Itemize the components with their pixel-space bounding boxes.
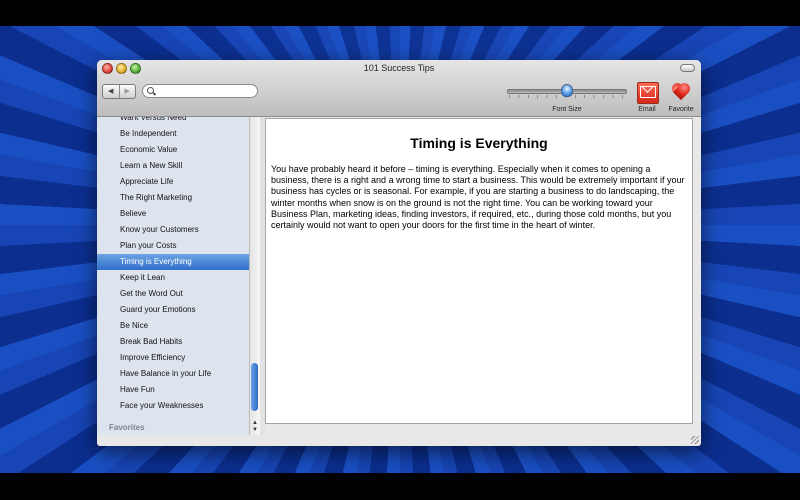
favorite-heart-icon[interactable]: [671, 84, 691, 102]
sidebar-item[interactable]: Timing is Everything: [97, 254, 249, 270]
favorite-label[interactable]: Favorite: [663, 106, 699, 113]
search-field[interactable]: [142, 84, 258, 98]
font-size-slider[interactable]: [507, 84, 627, 98]
sidebar-item[interactable]: Break Bad Habits: [97, 334, 249, 350]
resize-grip-icon[interactable]: [691, 436, 699, 444]
sidebar-item[interactable]: Learn a New Skill: [97, 158, 249, 174]
app-window: 101 Success Tips ◀ ▶ Font Size Email Fav…: [97, 60, 701, 446]
letterbox-bottom: [0, 473, 800, 500]
sidebar-item[interactable]: Have Balance in your Life: [97, 366, 249, 382]
sidebar-item[interactable]: Face your Weaknesses: [97, 398, 249, 414]
article-pane: Timing is Everything You have probably h…: [265, 118, 693, 424]
font-size-label: Font Size: [552, 106, 582, 113]
sidebar-item[interactable]: Improve Efficiency: [97, 350, 249, 366]
search-input[interactable]: [157, 85, 253, 97]
sidebar-item[interactable]: Have Fun: [97, 382, 249, 398]
sidebar-scrollbar[interactable]: ▲ ▼: [249, 117, 260, 435]
scroll-down-arrow-icon[interactable]: ▼: [251, 426, 259, 434]
letterbox-top: [0, 0, 800, 26]
email-label[interactable]: Email: [632, 106, 662, 113]
back-button[interactable]: ◀: [103, 85, 119, 98]
forward-button[interactable]: ▶: [118, 85, 136, 98]
sidebar-item[interactable]: Keep it Lean: [97, 270, 249, 286]
sidebar-item[interactable]: Know your Customers: [97, 222, 249, 238]
navigation-buttons: ◀ ▶: [102, 84, 136, 99]
slider-knob[interactable]: [561, 84, 573, 97]
sidebar-item[interactable]: Plan your Costs: [97, 238, 249, 254]
sidebar-item[interactable]: Guard your Emotions: [97, 302, 249, 318]
email-icon[interactable]: [637, 82, 659, 104]
favorites-section-header[interactable]: Favorites: [109, 423, 145, 432]
article-title: Timing is Everything: [410, 135, 548, 151]
sidebar-item[interactable]: Appreciate Life: [97, 174, 249, 190]
sidebar-item[interactable]: Economic Value: [97, 142, 249, 158]
sidebar-item[interactable]: Be Nice: [97, 318, 249, 334]
sidebar-item[interactable]: Believe: [97, 206, 249, 222]
sidebar-item[interactable]: Be Independent: [97, 126, 249, 142]
sidebar-item[interactable]: The Right Marketing: [97, 190, 249, 206]
search-icon: [147, 87, 154, 94]
titlebar-toolbar: 101 Success Tips ◀ ▶ Font Size Email Fav…: [97, 60, 701, 117]
scrollbar-thumb[interactable]: [251, 363, 258, 411]
article-body: You have probably heard it before – timi…: [271, 164, 685, 231]
window-title: 101 Success Tips: [363, 63, 435, 73]
sidebar: Want Versus Need Be Independent Economic V…: [97, 117, 261, 435]
tips-list: Want Versus Need Be Independent Economic V…: [97, 117, 249, 414]
sidebar-item[interactable]: Want Versus Need: [97, 117, 249, 126]
sidebar-item[interactable]: Get the Word Out: [97, 286, 249, 302]
toolbar-toggle-button[interactable]: [680, 64, 695, 72]
